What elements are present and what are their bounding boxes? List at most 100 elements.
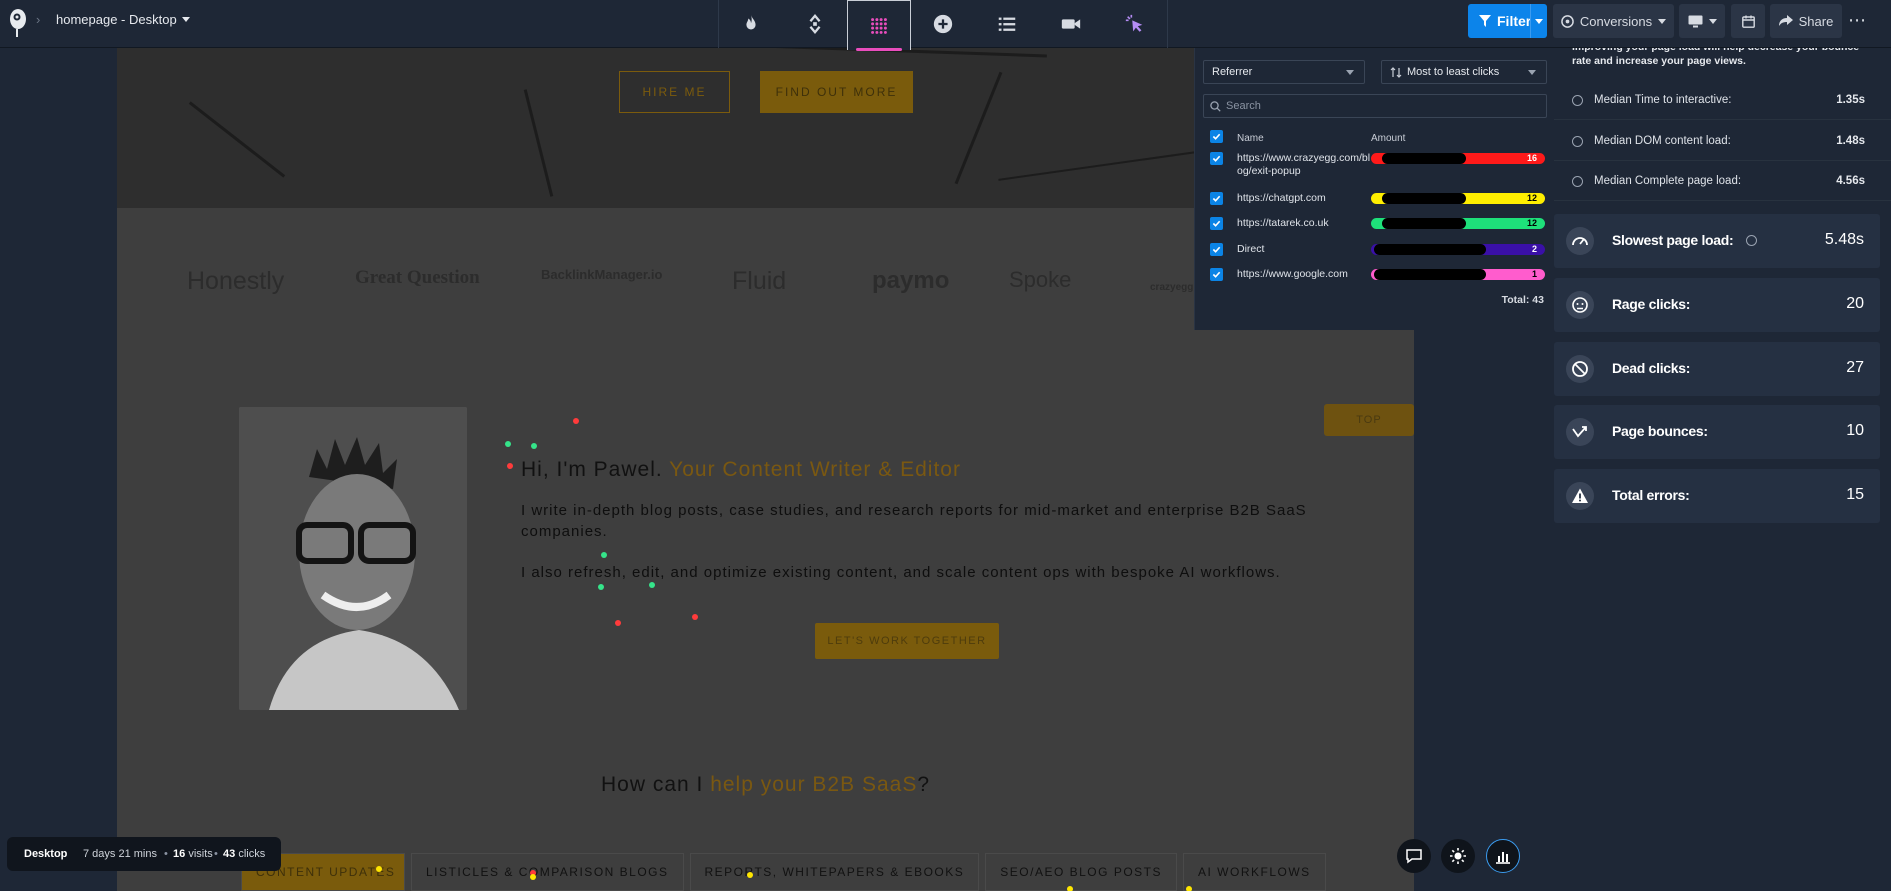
referrer-row-checkbox[interactable] bbox=[1210, 152, 1223, 165]
bar-chart-icon bbox=[1496, 852, 1510, 864]
referrer-row-checkbox[interactable] bbox=[1210, 268, 1223, 281]
info-icon[interactable] bbox=[1572, 95, 1583, 106]
logo-honestly: Honestly bbox=[187, 267, 285, 295]
name-column-header: Name bbox=[1237, 133, 1264, 144]
services-tabs: CONTENT UPDATES LISTICLES & COMPARISON B… bbox=[241, 853, 1326, 891]
find-out-more-button[interactable]: FIND OUT MORE bbox=[760, 71, 913, 113]
hire-me-button[interactable]: HIRE ME bbox=[619, 71, 730, 113]
slowest-page-load-card[interactable]: Slowest page load: 5.48s bbox=[1554, 214, 1880, 268]
info-icon[interactable] bbox=[1746, 235, 1757, 246]
click-dot bbox=[1186, 886, 1192, 891]
services-heading: How can I help your B2B SaaS? bbox=[600, 773, 931, 796]
referrer-name: https://www.crazyegg.com/blog/exit-popup bbox=[1237, 152, 1371, 177]
chevron-down-icon bbox=[1708, 18, 1717, 24]
scroll-icon bbox=[809, 13, 821, 35]
share-button[interactable]: Share bbox=[1770, 4, 1842, 38]
referrer-row-checkbox[interactable] bbox=[1210, 243, 1223, 256]
page-bounces-card[interactable]: Page bounces: 10 bbox=[1554, 405, 1880, 459]
conversions-label: Conversions bbox=[1579, 13, 1653, 29]
group-by-select[interactable]: Referrer bbox=[1203, 60, 1365, 84]
click-cursor-icon bbox=[1125, 14, 1143, 32]
click-dot bbox=[531, 443, 537, 449]
service-tab-ai-workflows[interactable]: AI WORKFLOWS bbox=[1183, 853, 1326, 891]
more-options-icon[interactable]: ⋯ bbox=[1848, 10, 1867, 31]
service-tab-reports[interactable]: REPORTS, WHITEPAPERS & EBOOKS bbox=[689, 853, 980, 891]
funnel-icon bbox=[1479, 15, 1491, 27]
service-tab-listicles[interactable]: LISTICLES & COMPARISON BLOGS bbox=[411, 853, 684, 891]
crazyegg-logo-icon[interactable] bbox=[9, 6, 27, 38]
logo-spoke: Spoke bbox=[1009, 267, 1072, 292]
referrer-row-checkbox[interactable] bbox=[1210, 217, 1223, 230]
stats-panel-toggle[interactable] bbox=[1486, 839, 1520, 873]
click-dot bbox=[692, 614, 698, 620]
search-icon bbox=[1210, 101, 1221, 112]
monitor-icon bbox=[1688, 15, 1702, 27]
referrer-row: https://www.google.com 1 bbox=[1195, 268, 1555, 284]
scrollmap-tab[interactable] bbox=[783, 0, 847, 48]
date-range-button[interactable] bbox=[1731, 4, 1765, 38]
referrer-search[interactable]: Search bbox=[1203, 94, 1547, 118]
select-all-checkbox[interactable] bbox=[1210, 130, 1223, 143]
lets-work-together-button[interactable]: LET'S WORK TOGETHER bbox=[815, 623, 999, 659]
referrer-amount: 12 bbox=[1526, 218, 1537, 228]
total-errors-card[interactable]: Total errors: 15 bbox=[1554, 469, 1880, 523]
author-portrait bbox=[239, 407, 467, 710]
referrer-row-checkbox[interactable] bbox=[1210, 192, 1223, 205]
video-icon bbox=[1061, 19, 1081, 29]
logo-backlinkmanager: BacklinkManager.io bbox=[541, 267, 663, 282]
filter-dropdown-toggle[interactable] bbox=[1530, 4, 1547, 38]
visits-summary: 16 visits bbox=[173, 848, 213, 860]
brightness-button[interactable] bbox=[1441, 839, 1475, 873]
device-dropdown[interactable] bbox=[1679, 4, 1725, 38]
median-time-to-interactive: Median Time to interactive: 1.35s bbox=[1554, 80, 1891, 120]
comments-button[interactable] bbox=[1397, 839, 1431, 873]
info-icon[interactable] bbox=[1572, 176, 1583, 187]
rage-clicks-card[interactable]: Rage clicks: 20 bbox=[1554, 278, 1880, 332]
gauge-icon bbox=[1566, 227, 1594, 255]
plus-circle-icon bbox=[933, 14, 953, 34]
check-icon bbox=[1212, 246, 1221, 253]
dead-clicks-card[interactable]: Dead clicks: 27 bbox=[1554, 342, 1880, 396]
brightness-icon bbox=[1450, 848, 1466, 864]
referrer-amount: 12 bbox=[1526, 193, 1537, 203]
click-dot bbox=[747, 872, 753, 878]
median-dom-content-load: Median DOM content load: 1.48s bbox=[1554, 121, 1891, 161]
filter-button[interactable]: Filter bbox=[1468, 4, 1547, 38]
referrer-row: Direct 2 bbox=[1195, 243, 1555, 259]
list-tab[interactable] bbox=[975, 0, 1039, 48]
click-dot bbox=[530, 874, 536, 880]
referrer-amount: 16 bbox=[1526, 153, 1537, 163]
clicks-tab[interactable] bbox=[1103, 0, 1167, 48]
page-selector[interactable]: homepage - Desktop bbox=[56, 12, 190, 27]
flame-icon bbox=[746, 14, 756, 30]
snapshot-heatmap-tab[interactable] bbox=[719, 0, 783, 48]
referrer-amount: 2 bbox=[1531, 244, 1537, 254]
top-toolbar: › homepage - Desktop Filter Conversions … bbox=[0, 0, 1891, 51]
click-dot bbox=[649, 582, 655, 588]
info-icon[interactable] bbox=[1572, 136, 1583, 147]
click-dot bbox=[598, 584, 604, 590]
separator-dot: • bbox=[164, 848, 168, 860]
overlay-tab[interactable] bbox=[911, 0, 975, 48]
search-placeholder: Search bbox=[1226, 100, 1261, 112]
click-dot bbox=[615, 620, 621, 626]
separator-dot: • bbox=[214, 848, 218, 860]
click-dot bbox=[573, 418, 579, 424]
service-tab-seo-blog-posts[interactable]: SEO/AEO BLOG POSTS bbox=[985, 853, 1177, 891]
device-label: Desktop bbox=[24, 848, 68, 860]
intro-paragraph-2: I also refresh, edit, and optimize exist… bbox=[521, 564, 1281, 581]
conversions-dropdown[interactable]: Conversions bbox=[1553, 4, 1674, 38]
back-to-top-button[interactable]: TOP bbox=[1324, 404, 1414, 436]
confetti-tab[interactable] bbox=[847, 0, 911, 51]
referrer-row: https://chatgpt.com 12 bbox=[1195, 192, 1555, 208]
clicks-summary: 43 clicks bbox=[223, 848, 266, 860]
referrer-amount-bar: 1 bbox=[1371, 269, 1545, 280]
share-label: Share bbox=[1798, 13, 1834, 29]
calendar-icon bbox=[1741, 15, 1755, 28]
sort-icon bbox=[1390, 66, 1402, 78]
recordings-tab[interactable] bbox=[1039, 0, 1103, 48]
sort-select[interactable]: Most to least clicks bbox=[1381, 60, 1547, 84]
logo-great-question: Great Question bbox=[355, 267, 480, 288]
chevron-down-icon bbox=[1535, 18, 1543, 24]
list-icon bbox=[998, 17, 1016, 31]
